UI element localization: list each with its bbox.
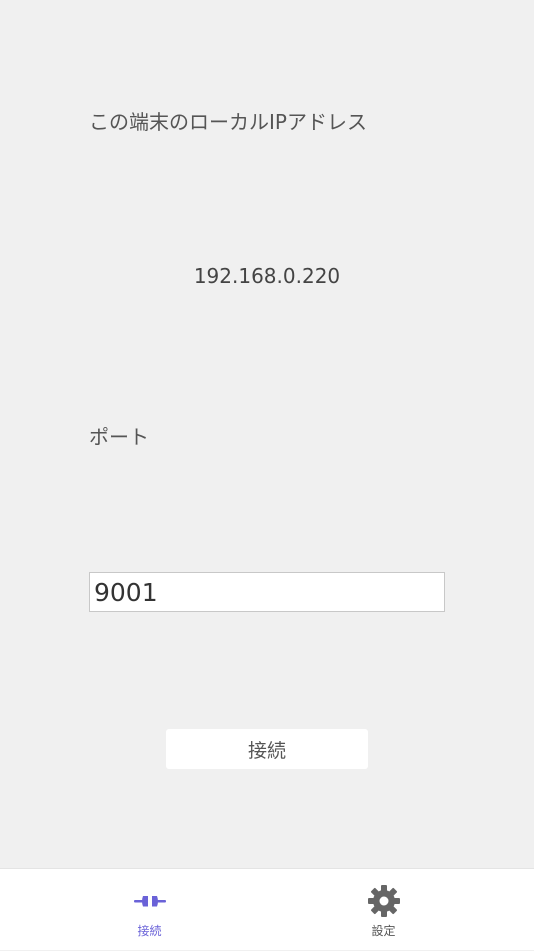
- connect-button[interactable]: 接続: [166, 729, 368, 769]
- tab-connect-label: 接続: [137, 924, 162, 938]
- tab-bar: 接続 設定: [0, 868, 534, 950]
- tab-connect[interactable]: 接続: [16, 869, 283, 951]
- main-screen: この端末のローカルIPアドレス 192.168.0.220 ポート 接続: [0, 0, 534, 868]
- port-label: ポート: [89, 425, 149, 449]
- plug-icon: [133, 896, 166, 907]
- local-ip-label: この端末のローカルIPアドレス: [89, 110, 367, 134]
- local-ip-value: 192.168.0.220: [193, 264, 341, 288]
- tab-settings-label: 設定: [371, 924, 396, 938]
- tab-settings[interactable]: 設定: [250, 869, 517, 951]
- gear-icon: [367, 885, 400, 917]
- port-input[interactable]: [89, 572, 445, 612]
